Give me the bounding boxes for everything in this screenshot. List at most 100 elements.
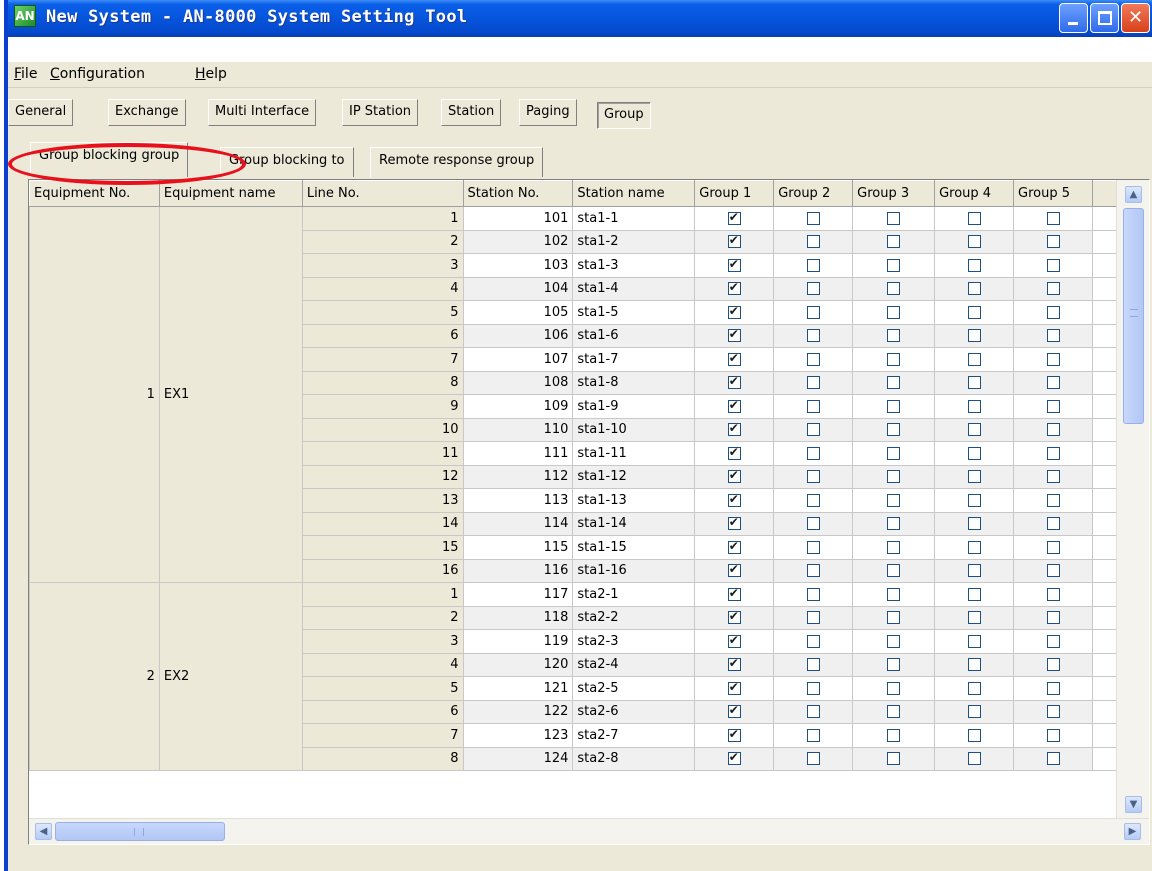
group-4-checkbox[interactable] bbox=[967, 352, 981, 366]
group-3-checkbox[interactable] bbox=[887, 611, 901, 625]
group-1-checkbox[interactable] bbox=[727, 680, 741, 695]
group-2-checkbox[interactable] bbox=[806, 258, 820, 272]
menu-file[interactable]: File bbox=[14, 66, 37, 82]
group-3-checkbox[interactable] bbox=[887, 329, 901, 343]
group-3-checkbox[interactable] bbox=[887, 728, 901, 742]
scroll-down-icon[interactable]: ▼ bbox=[1125, 796, 1142, 813]
group-3-checkbox[interactable] bbox=[887, 470, 901, 484]
group-1-checkbox[interactable] bbox=[727, 703, 741, 719]
maximize-button[interactable] bbox=[1090, 3, 1119, 33]
group-3-checkbox[interactable] bbox=[887, 423, 901, 437]
column-header-group-1[interactable]: Group 1 bbox=[694, 180, 775, 207]
group-1-checkbox[interactable] bbox=[727, 327, 741, 343]
tab-multi-interface[interactable]: Multi Interface bbox=[208, 99, 317, 126]
group-1-checkbox[interactable] bbox=[727, 351, 741, 366]
group-4-checkbox[interactable] bbox=[967, 423, 981, 437]
group-4-checkbox[interactable] bbox=[967, 705, 981, 719]
group-2-checkbox[interactable] bbox=[806, 493, 820, 507]
group-5-checkbox[interactable] bbox=[1046, 752, 1060, 766]
group-5-checkbox[interactable] bbox=[1046, 211, 1060, 225]
group-3-checkbox[interactable] bbox=[887, 446, 901, 460]
scroll-right-icon[interactable]: ▶ bbox=[1124, 823, 1141, 840]
group-4-checkbox[interactable] bbox=[967, 634, 981, 648]
group-5-checkbox[interactable] bbox=[1046, 611, 1060, 625]
group-1-checkbox[interactable] bbox=[727, 727, 741, 742]
group-2-checkbox[interactable] bbox=[806, 517, 820, 531]
group-3-checkbox[interactable] bbox=[887, 705, 901, 719]
group-3-checkbox[interactable] bbox=[887, 493, 901, 507]
group-5-checkbox[interactable] bbox=[1046, 564, 1060, 578]
group-1-checkbox[interactable] bbox=[727, 304, 741, 319]
group-1-checkbox[interactable] bbox=[727, 398, 741, 413]
group-5-checkbox[interactable] bbox=[1046, 305, 1060, 319]
group-2-checkbox[interactable] bbox=[806, 329, 820, 343]
group-2-checkbox[interactable] bbox=[806, 540, 820, 554]
group-5-checkbox[interactable] bbox=[1046, 587, 1060, 601]
group-3-checkbox[interactable] bbox=[887, 399, 901, 413]
column-header-line-no[interactable]: Line No. bbox=[301, 180, 464, 207]
tab-group[interactable]: Group bbox=[597, 102, 651, 129]
group-1-checkbox[interactable] bbox=[727, 586, 741, 601]
tab-general[interactable]: General bbox=[8, 99, 74, 126]
group-5-checkbox[interactable] bbox=[1046, 517, 1060, 531]
vertical-scrollbar[interactable]: ▲ ▼ bbox=[1116, 180, 1149, 819]
group-4-checkbox[interactable] bbox=[967, 728, 981, 742]
group-4-checkbox[interactable] bbox=[967, 611, 981, 625]
minimize-button[interactable] bbox=[1059, 3, 1088, 33]
group-5-checkbox[interactable] bbox=[1046, 681, 1060, 695]
group-5-checkbox[interactable] bbox=[1046, 493, 1060, 507]
group-1-checkbox[interactable] bbox=[727, 468, 741, 484]
column-header-station-no[interactable]: Station No. bbox=[462, 180, 574, 207]
column-header-equipment-name[interactable]: Equipment name bbox=[158, 180, 303, 207]
group-3-checkbox[interactable] bbox=[887, 258, 901, 272]
group-2-checkbox[interactable] bbox=[806, 305, 820, 319]
group-1-checkbox[interactable] bbox=[727, 515, 741, 531]
horizontal-scroll-thumb[interactable] bbox=[55, 822, 225, 841]
group-4-checkbox[interactable] bbox=[967, 540, 981, 554]
close-button[interactable]: ✕ bbox=[1121, 3, 1150, 33]
group-5-checkbox[interactable] bbox=[1046, 705, 1060, 719]
group-5-checkbox[interactable] bbox=[1046, 634, 1060, 648]
subtab-remote-response-group[interactable]: Remote response group bbox=[370, 147, 544, 177]
group-5-checkbox[interactable] bbox=[1046, 235, 1060, 249]
group-5-checkbox[interactable] bbox=[1046, 728, 1060, 742]
group-5-checkbox[interactable] bbox=[1046, 423, 1060, 437]
group-4-checkbox[interactable] bbox=[967, 681, 981, 695]
group-2-checkbox[interactable] bbox=[806, 681, 820, 695]
column-header-station-name[interactable]: Station name bbox=[572, 180, 696, 207]
group-3-checkbox[interactable] bbox=[887, 564, 901, 578]
group-4-checkbox[interactable] bbox=[967, 282, 981, 296]
group-3-checkbox[interactable] bbox=[887, 376, 901, 390]
title-bar[interactable]: AN New System - AN-8000 System Setting T… bbox=[8, 0, 1152, 62]
column-header-group-5[interactable]: Group 5 bbox=[1013, 180, 1093, 207]
group-3-checkbox[interactable] bbox=[887, 634, 901, 648]
group-4-checkbox[interactable] bbox=[967, 658, 981, 672]
group-1-checkbox[interactable] bbox=[727, 562, 741, 578]
tab-ip-station[interactable]: IP Station bbox=[342, 99, 419, 126]
group-1-checkbox[interactable] bbox=[727, 656, 741, 672]
scroll-up-icon[interactable]: ▲ bbox=[1125, 186, 1142, 203]
group-4-checkbox[interactable] bbox=[967, 470, 981, 484]
group-5-checkbox[interactable] bbox=[1046, 470, 1060, 484]
group-4-checkbox[interactable] bbox=[967, 329, 981, 343]
group-1-checkbox[interactable] bbox=[727, 210, 741, 225]
group-5-checkbox[interactable] bbox=[1046, 352, 1060, 366]
group-5-checkbox[interactable] bbox=[1046, 258, 1060, 272]
group-5-checkbox[interactable] bbox=[1046, 282, 1060, 296]
group-5-checkbox[interactable] bbox=[1046, 329, 1060, 343]
group-2-checkbox[interactable] bbox=[806, 611, 820, 625]
group-1-checkbox[interactable] bbox=[727, 492, 741, 507]
tab-paging[interactable]: Paging bbox=[519, 99, 577, 126]
group-2-checkbox[interactable] bbox=[806, 399, 820, 413]
scroll-left-icon[interactable]: ◀ bbox=[35, 823, 52, 840]
tab-exchange[interactable]: Exchange bbox=[108, 99, 186, 126]
column-header-group-2[interactable]: Group 2 bbox=[773, 180, 854, 207]
group-3-checkbox[interactable] bbox=[887, 235, 901, 249]
group-1-checkbox[interactable] bbox=[727, 421, 741, 437]
group-1-checkbox[interactable] bbox=[727, 609, 741, 625]
group-4-checkbox[interactable] bbox=[967, 587, 981, 601]
group-1-checkbox[interactable] bbox=[727, 257, 741, 272]
group-4-checkbox[interactable] bbox=[967, 399, 981, 413]
group-2-checkbox[interactable] bbox=[806, 423, 820, 437]
group-2-checkbox[interactable] bbox=[806, 564, 820, 578]
